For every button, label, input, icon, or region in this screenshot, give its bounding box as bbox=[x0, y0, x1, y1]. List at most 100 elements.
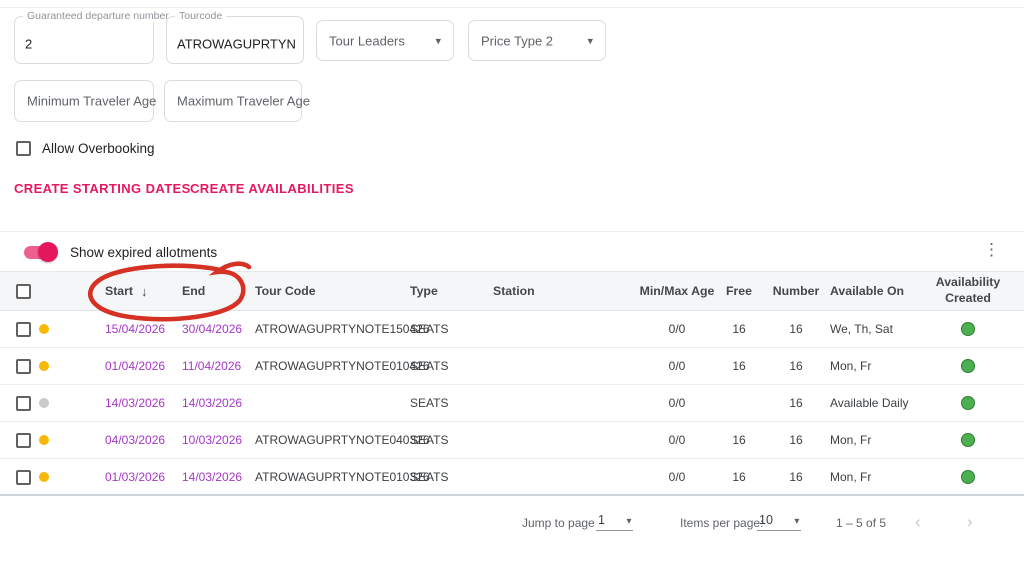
column-header-number[interactable]: Number bbox=[770, 272, 822, 310]
chevron-down-icon: ▾ bbox=[435, 35, 441, 47]
number-cell: 16 bbox=[789, 433, 803, 447]
items-per-page-label: Items per page: bbox=[680, 516, 764, 530]
start-date-link[interactable]: 01/04/2026 bbox=[105, 348, 179, 384]
items-per-page-select[interactable]: 10 ▾ bbox=[757, 513, 802, 531]
tour-code-cell: ATROWAGUPRTYNOTE040326 bbox=[255, 433, 430, 447]
free-cell: 16 bbox=[732, 470, 746, 484]
type-cell: SEATS bbox=[410, 396, 449, 410]
tour-code-cell: ATROWAGUPRTYNOTE010426 bbox=[255, 359, 430, 373]
tourcode-field[interactable]: Tourcode ATROWAGUPRTYNOTE15 bbox=[166, 10, 304, 64]
start-date-link[interactable]: 04/03/2026 bbox=[105, 422, 179, 458]
status-dot-icon bbox=[39, 361, 49, 371]
maximum-traveler-age-placeholder: Maximum Traveler Age bbox=[177, 93, 310, 109]
end-date-link[interactable]: 11/04/2026 bbox=[182, 348, 252, 384]
end-date-link[interactable]: 30/04/2026 bbox=[182, 311, 252, 347]
next-page-chevron-icon[interactable]: › bbox=[967, 512, 973, 532]
allow-overbooking-row: Allow Overbooking bbox=[16, 141, 155, 156]
type-cell: SEATS bbox=[410, 359, 449, 373]
availability-created-indicator bbox=[961, 396, 975, 410]
allow-overbooking-label: Allow Overbooking bbox=[42, 141, 155, 156]
price-type-select[interactable]: Price Type 2 ▾ bbox=[468, 20, 606, 61]
chevron-down-icon: ▾ bbox=[794, 516, 800, 527]
row-checkbox[interactable] bbox=[16, 321, 31, 337]
column-header-type[interactable]: Type bbox=[410, 272, 488, 310]
availability-created-indicator bbox=[961, 470, 975, 484]
start-date-link[interactable]: 15/04/2026 bbox=[105, 311, 179, 347]
tour-leaders-select[interactable]: Tour Leaders ▾ bbox=[316, 20, 454, 61]
range-label: 1 – 5 of 5 bbox=[836, 516, 887, 530]
available-on-cell: We, Th, Sat bbox=[830, 322, 893, 336]
tour-code-cell: ATROWAGUPRTYNOTE010326 bbox=[255, 470, 430, 484]
create-availabilities-button[interactable]: CREATE AVAILABILITIES bbox=[190, 181, 354, 196]
row-checkbox[interactable] bbox=[16, 395, 31, 411]
station-cell bbox=[493, 385, 603, 421]
previous-page-chevron-icon[interactable]: ‹ bbox=[915, 512, 921, 532]
page-select-value: 1 bbox=[598, 513, 605, 527]
column-header-station[interactable]: Station bbox=[493, 272, 603, 310]
start-date-link[interactable]: 14/03/2026 bbox=[105, 385, 179, 421]
minmax-age-cell: 0/0 bbox=[668, 470, 686, 484]
guaranteed-departure-value[interactable]: 2 bbox=[25, 36, 145, 51]
section-divider bbox=[0, 231, 1024, 232]
minmax-age-cell: 0/0 bbox=[668, 396, 686, 410]
free-cell: 16 bbox=[732, 359, 746, 373]
tourcode-value[interactable]: ATROWAGUPRTYNOTE15 bbox=[177, 36, 295, 51]
sort-desc-icon: ↓ bbox=[141, 283, 148, 299]
status-dot-icon bbox=[39, 472, 49, 482]
free-cell: 16 bbox=[732, 322, 746, 336]
guaranteed-departure-field[interactable]: Guaranteed departure number 2 bbox=[14, 10, 173, 64]
column-header-minmax-age[interactable]: Min/Max Age bbox=[632, 272, 722, 310]
show-expired-allotments-toggle[interactable] bbox=[24, 242, 58, 262]
number-cell: 16 bbox=[789, 396, 803, 410]
allotments-page: Guaranteed departure number 2 Tourcode A… bbox=[0, 0, 1024, 561]
available-on-cell: Mon, Fr bbox=[830, 470, 872, 484]
minimum-traveler-age-field[interactable]: Minimum Traveler Age bbox=[14, 80, 157, 122]
end-date-link[interactable]: 14/03/2026 bbox=[182, 459, 252, 495]
column-header-start[interactable]: Start ↓ bbox=[105, 272, 179, 310]
create-starting-dates-button[interactable]: CREATE STARTING DATES bbox=[14, 181, 191, 196]
type-cell: SEATS bbox=[410, 470, 449, 484]
available-on-cell: Mon, Fr bbox=[830, 433, 872, 447]
tourcode-label: Tourcode bbox=[175, 10, 227, 22]
status-dot-icon bbox=[39, 435, 49, 445]
chevron-down-icon: ▾ bbox=[626, 516, 632, 527]
show-expired-allotments-label: Show expired allotments bbox=[70, 245, 218, 260]
tour-code-cell: ATROWAGUPRTYNOTE150426 bbox=[255, 322, 430, 336]
availability-created-indicator bbox=[961, 359, 975, 373]
maximum-traveler-age-field[interactable]: Maximum Traveler Age bbox=[164, 80, 310, 122]
minmax-age-cell: 0/0 bbox=[668, 433, 686, 447]
column-header-availability-created: Availability Created bbox=[935, 275, 1001, 305]
number-cell: 16 bbox=[789, 359, 803, 373]
page-select[interactable]: 1 ▾ bbox=[596, 513, 634, 531]
table-row: 01/04/2026 11/04/2026 ATROWAGUPRTYNOTE01… bbox=[0, 348, 1024, 385]
column-header-tour-code[interactable]: Tour Code bbox=[255, 272, 407, 310]
number-cell: 16 bbox=[789, 322, 803, 336]
select-all-checkbox[interactable] bbox=[16, 283, 31, 299]
column-header-available-on[interactable]: Available On bbox=[830, 272, 930, 310]
column-header-free[interactable]: Free bbox=[714, 272, 764, 310]
table-row: 15/04/2026 30/04/2026 ATROWAGUPRTYNOTE15… bbox=[0, 311, 1024, 348]
guaranteed-departure-label: Guaranteed departure number bbox=[23, 10, 173, 22]
tour-leaders-label: Tour Leaders bbox=[329, 33, 405, 48]
free-cell bbox=[714, 385, 764, 421]
table-bottom-divider bbox=[0, 494, 1024, 496]
allow-overbooking-checkbox[interactable] bbox=[16, 141, 31, 156]
row-checkbox[interactable] bbox=[16, 432, 31, 448]
minmax-age-cell: 0/0 bbox=[668, 359, 686, 373]
type-cell: SEATS bbox=[410, 322, 449, 336]
end-date-link[interactable]: 10/03/2026 bbox=[182, 422, 252, 458]
row-checkbox[interactable] bbox=[16, 469, 31, 485]
row-checkbox[interactable] bbox=[16, 358, 31, 374]
minimum-traveler-age-placeholder: Minimum Traveler Age bbox=[27, 93, 157, 109]
start-date-link[interactable]: 01/03/2026 bbox=[105, 459, 179, 495]
more-options-kebab-icon[interactable]: ⋮ bbox=[983, 241, 1000, 258]
end-date-link[interactable]: 14/03/2026 bbox=[182, 385, 252, 421]
table-row: 04/03/2026 10/03/2026 ATROWAGUPRTYNOTE04… bbox=[0, 422, 1024, 459]
availability-created-indicator bbox=[961, 322, 975, 336]
column-header-end[interactable]: End bbox=[182, 272, 252, 310]
status-dot-icon bbox=[39, 398, 49, 408]
table-row: 14/03/2026 14/03/2026 SEATS 0/0 16 Avail… bbox=[0, 385, 1024, 422]
station-cell bbox=[493, 422, 603, 458]
items-per-page-value: 10 bbox=[759, 513, 773, 527]
table-row: 01/03/2026 14/03/2026 ATROWAGUPRTYNOTE01… bbox=[0, 459, 1024, 496]
